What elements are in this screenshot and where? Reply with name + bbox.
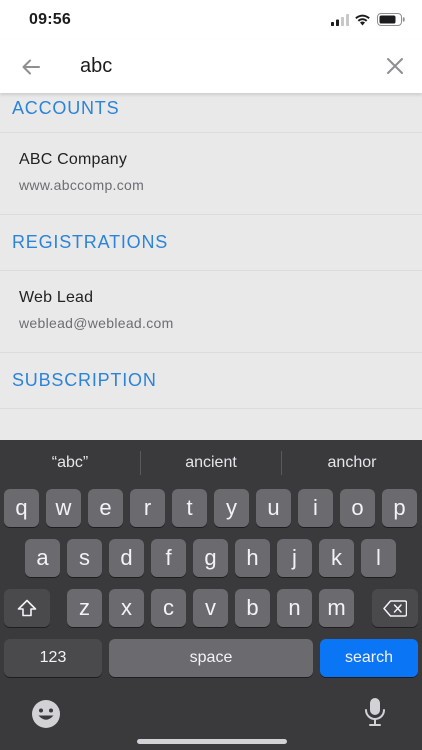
key-j[interactable]: j — [277, 539, 312, 577]
key-o[interactable]: o — [340, 489, 375, 527]
section-header-accounts: ACCOUNTS — [0, 93, 422, 133]
key-u[interactable]: u — [256, 489, 291, 527]
list-item[interactable]: Web Lead weblead@weblead.com — [0, 271, 422, 353]
keyboard: “abc” ancient anchor q w e r t y u i o p… — [0, 440, 422, 750]
key-i[interactable]: i — [298, 489, 333, 527]
key-d[interactable]: d — [109, 539, 144, 577]
key-x[interactable]: x — [109, 589, 144, 627]
backspace-key[interactable] — [372, 589, 418, 627]
key-t[interactable]: t — [172, 489, 207, 527]
key-g[interactable]: g — [193, 539, 228, 577]
result-subtitle: www.abccomp.com — [19, 177, 145, 193]
section-header-registrations: REGISTRATIONS — [0, 215, 422, 271]
status-time: 09:56 — [29, 11, 71, 28]
key-n[interactable]: n — [277, 589, 312, 627]
close-icon[interactable] — [383, 54, 407, 78]
search-key[interactable]: search — [320, 639, 418, 677]
suggestion-item[interactable]: anchor — [282, 440, 422, 486]
key-k[interactable]: k — [319, 539, 354, 577]
search-bar — [0, 40, 422, 93]
suggestion-bar: “abc” ancient anchor — [0, 440, 422, 486]
key-w[interactable]: w — [46, 489, 81, 527]
backspace-icon — [383, 599, 407, 617]
shift-icon — [17, 599, 37, 617]
key-l[interactable]: l — [361, 539, 396, 577]
key-a[interactable]: a — [25, 539, 60, 577]
result-subtitle: weblead@weblead.com — [19, 315, 174, 331]
list-item[interactable]: ABC Company www.abccomp.com — [0, 133, 422, 215]
key-e[interactable]: e — [88, 489, 123, 527]
key-b[interactable]: b — [235, 589, 270, 627]
key-s[interactable]: s — [67, 539, 102, 577]
microphone-icon[interactable] — [363, 696, 387, 728]
search-results: ACCOUNTS ABC Company www.abccomp.com REG… — [0, 93, 422, 441]
result-title: ABC Company — [19, 151, 128, 168]
status-bar: 09:56 — [0, 0, 422, 40]
emoji-icon[interactable] — [30, 698, 62, 730]
key-r[interactable]: r — [130, 489, 165, 527]
suggestion-item[interactable]: “abc” — [0, 440, 140, 486]
search-input[interactable] — [80, 51, 360, 81]
key-y[interactable]: y — [214, 489, 249, 527]
key-m[interactable]: m — [319, 589, 354, 627]
key-p[interactable]: p — [382, 489, 417, 527]
key-z[interactable]: z — [67, 589, 102, 627]
back-arrow-icon[interactable] — [18, 54, 44, 80]
suggestion-item[interactable]: ancient — [141, 440, 281, 486]
space-key[interactable]: space — [109, 639, 313, 677]
result-title: Web Lead — [19, 289, 94, 306]
section-header-subscription: SUBSCRIPTION — [0, 353, 422, 409]
key-v[interactable]: v — [193, 589, 228, 627]
home-indicator — [137, 739, 287, 744]
key-h[interactable]: h — [235, 539, 270, 577]
numbers-key[interactable]: 123 — [4, 639, 102, 677]
battery-icon — [377, 13, 405, 26]
wifi-icon — [355, 14, 370, 26]
key-f[interactable]: f — [151, 539, 186, 577]
key-c[interactable]: c — [151, 589, 186, 627]
shift-key[interactable] — [4, 589, 50, 627]
signal-icon — [331, 14, 349, 26]
key-q[interactable]: q — [4, 489, 39, 527]
